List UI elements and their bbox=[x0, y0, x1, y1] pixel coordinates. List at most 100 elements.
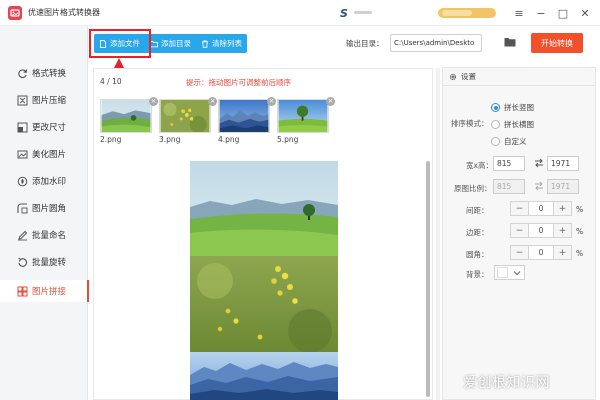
menu-button[interactable]: ≡ bbox=[508, 3, 530, 23]
thumbnail-5[interactable] bbox=[277, 99, 329, 133]
stitched-preview bbox=[190, 161, 338, 400]
output-dir-label: 输出目录： bbox=[346, 39, 384, 48]
sort-option-custom[interactable]: 自定义 bbox=[491, 136, 527, 147]
maximize-button[interactable]: □ bbox=[552, 3, 574, 23]
margin-unit: % bbox=[576, 227, 584, 236]
sort-option-label: 拼长横图 bbox=[504, 120, 534, 129]
corner-label: 圆角： bbox=[466, 250, 489, 259]
corner-unit: % bbox=[576, 249, 584, 258]
ratio-width-input bbox=[493, 179, 525, 194]
watermark-text: 爱创根知识网 bbox=[463, 375, 550, 391]
remove-thumbnail-button[interactable]: × bbox=[267, 97, 276, 106]
compress-icon bbox=[17, 95, 28, 106]
thumbnail-4[interactable] bbox=[218, 99, 270, 133]
sidebar-item-image-stitch[interactable]: 图片拼接 bbox=[0, 280, 89, 302]
vertical-scrollbar[interactable] bbox=[426, 161, 430, 397]
sidebar-item-label: 图片拼接 bbox=[32, 287, 67, 297]
sort-option-horizontal[interactable]: 拼长横图 bbox=[491, 119, 534, 130]
sidebar: 格式转换 图片压缩 更改尺寸 美化图片 添加水印 图片圆角 批量命名 批量旋转 … bbox=[0, 26, 89, 400]
sort-mode-label: 排序模式： bbox=[451, 119, 489, 128]
tree-thumbnail-icon bbox=[278, 100, 328, 132]
file-name: 2.png bbox=[100, 135, 122, 144]
ratio-label: 原图比例： bbox=[454, 184, 492, 193]
sidebar-item-batch-rotate[interactable]: 批量旋转 bbox=[0, 251, 88, 273]
sidebar-item-label: 添加水印 bbox=[32, 177, 67, 187]
spacing-value[interactable]: 0 bbox=[528, 202, 554, 215]
thumbnail-2[interactable] bbox=[100, 99, 152, 133]
sidebar-item-label: 美化图片 bbox=[32, 150, 67, 160]
margin-label: 边距： bbox=[466, 228, 489, 237]
folder-icon bbox=[150, 40, 158, 48]
file-name: 5.png bbox=[277, 135, 299, 144]
minimize-button[interactable]: − bbox=[530, 3, 552, 23]
margin-value[interactable]: 0 bbox=[528, 224, 554, 237]
sort-option-label: 拼长竖图 bbox=[504, 103, 534, 112]
sidebar-item-label: 图片压缩 bbox=[32, 96, 67, 106]
open-folder-icon[interactable] bbox=[504, 36, 516, 48]
sort-option-label: 自定义 bbox=[504, 137, 527, 146]
app-logo-icon bbox=[8, 5, 22, 20]
sidebar-item-label: 更改尺寸 bbox=[32, 123, 67, 133]
increment-button[interactable]: + bbox=[554, 202, 571, 215]
file-name: 3.png bbox=[159, 135, 181, 144]
corner-stepper[interactable]: − 0 + bbox=[510, 245, 572, 260]
increment-button[interactable]: + bbox=[554, 224, 571, 237]
background-label: 背景： bbox=[466, 270, 489, 279]
title-bar: 优速图片格式转换器 S ≡ − □ ✕ bbox=[0, 0, 600, 26]
swap-icon[interactable] bbox=[534, 158, 544, 168]
app-title: 优速图片格式转换器 bbox=[28, 8, 100, 17]
sidebar-item-watermark[interactable]: 添加水印 bbox=[0, 170, 88, 192]
sidebar-item-compress[interactable]: 图片压缩 bbox=[0, 89, 88, 111]
panel-scrollbar[interactable] bbox=[436, 68, 440, 400]
height-input[interactable] bbox=[547, 156, 579, 171]
decrement-button[interactable]: − bbox=[511, 224, 528, 237]
width-input[interactable] bbox=[493, 156, 525, 171]
background-color-select[interactable] bbox=[494, 265, 525, 280]
sidebar-item-label: 批量命名 bbox=[32, 231, 67, 241]
clear-list-button[interactable]: 清除列表 bbox=[196, 34, 247, 53]
flower-thumbnail-icon bbox=[160, 100, 210, 132]
watermark-icon bbox=[17, 176, 28, 187]
settings-header: 设置 bbox=[443, 68, 595, 86]
sidebar-item-resize[interactable]: 更改尺寸 bbox=[0, 116, 88, 138]
sidebar-item-batch-rename[interactable]: 批量命名 bbox=[0, 224, 88, 246]
refresh-icon bbox=[17, 68, 28, 79]
toolbar: 添加文件 添加目录 清除列表 输出目录： 开始转换 bbox=[88, 26, 600, 62]
size-label: 宽x高： bbox=[466, 161, 493, 170]
radio-icon bbox=[491, 137, 500, 146]
add-folder-label: 添加目录 bbox=[161, 39, 191, 48]
trash-icon bbox=[201, 39, 209, 48]
spacing-stepper[interactable]: − 0 + bbox=[510, 201, 572, 216]
remove-thumbnail-button[interactable]: × bbox=[208, 97, 217, 106]
ratio-height-input bbox=[547, 179, 579, 194]
sidebar-item-format-convert[interactable]: 格式转换 bbox=[0, 62, 88, 84]
highlight-box bbox=[89, 29, 151, 58]
mountain-thumbnail-icon bbox=[219, 100, 269, 132]
remove-thumbnail-button[interactable]: × bbox=[149, 97, 158, 106]
start-convert-button[interactable]: 开始转换 bbox=[531, 33, 583, 53]
image-list-area: 4 / 10 提示：拖动图片可调整前后顺序 × 2.png × 3.png × … bbox=[93, 68, 433, 400]
increment-button[interactable]: + bbox=[554, 246, 571, 259]
sort-option-vertical[interactable]: 拼长竖图 bbox=[491, 102, 534, 113]
remove-thumbnail-button[interactable]: × bbox=[326, 97, 335, 106]
rotate-icon bbox=[17, 257, 28, 268]
rename-icon bbox=[17, 230, 28, 241]
margin-stepper[interactable]: − 0 + bbox=[510, 223, 572, 238]
sidebar-item-beautify[interactable]: 美化图片 bbox=[0, 143, 88, 165]
radio-icon bbox=[491, 120, 500, 129]
chevron-down-icon bbox=[513, 270, 521, 275]
resize-icon bbox=[17, 122, 28, 133]
radio-selected-icon bbox=[491, 103, 500, 112]
output-path-input[interactable] bbox=[390, 34, 482, 52]
landscape-thumbnail-icon bbox=[101, 100, 151, 132]
sidebar-item-round-corner[interactable]: 图片圆角 bbox=[0, 197, 88, 219]
settings-title: 设置 bbox=[461, 72, 476, 81]
titlebar-decoration-icon: S bbox=[340, 7, 496, 20]
decrement-button[interactable]: − bbox=[511, 246, 528, 259]
decrement-button[interactable]: − bbox=[511, 202, 528, 215]
add-folder-button[interactable]: 添加目录 bbox=[145, 34, 196, 53]
close-button[interactable]: ✕ bbox=[574, 3, 596, 23]
svg-text:S: S bbox=[340, 7, 348, 20]
thumbnail-3[interactable] bbox=[159, 99, 211, 133]
corner-value[interactable]: 0 bbox=[528, 246, 554, 259]
